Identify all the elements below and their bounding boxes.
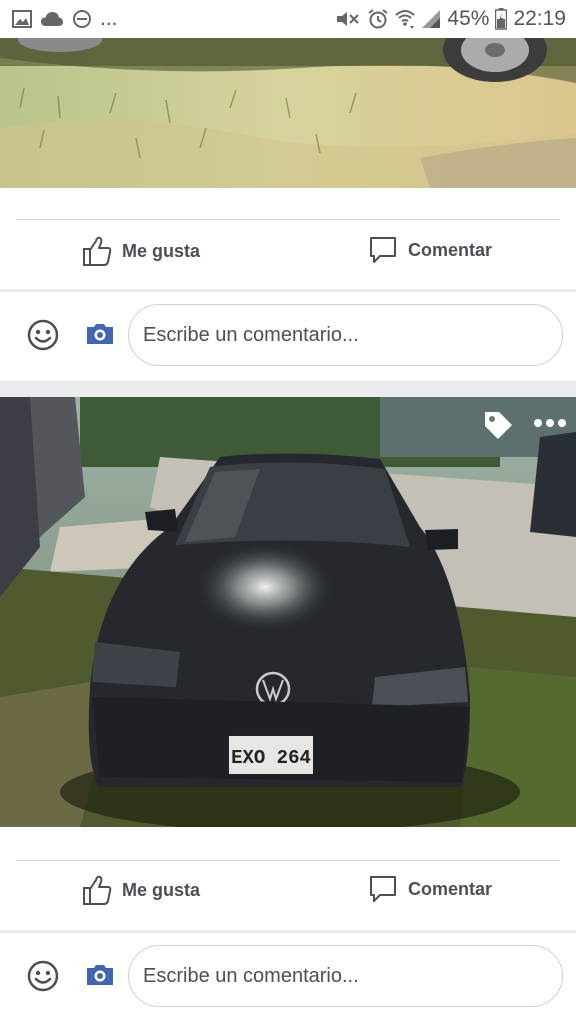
clock-time: 22:19	[513, 7, 566, 30]
post-2-comment-input[interactable]	[128, 945, 563, 1007]
battery-icon	[495, 8, 508, 30]
status-bar: ... 45% 22:19	[0, 0, 576, 38]
wifi-icon	[395, 8, 416, 30]
signal-icon	[421, 9, 441, 29]
emoji-icon[interactable]	[27, 319, 59, 351]
comment-bubble-icon	[368, 874, 398, 904]
emoji-icon[interactable]	[27, 960, 59, 992]
cloud-icon	[40, 11, 64, 27]
post-1-card: Me gusta Comentar	[0, 188, 576, 381]
post-2-photo[interactable]: EXO 264	[0, 397, 576, 827]
post-2-actions: Me gusta Comentar	[0, 861, 576, 931]
post-1-comment-input[interactable]	[128, 304, 563, 366]
camera-icon[interactable]	[85, 963, 115, 987]
post-2-comment-row	[0, 933, 576, 1021]
post-1-like-button[interactable]: Me gusta	[82, 235, 200, 267]
comment-label: Comentar	[408, 239, 493, 260]
black-vw-car-photo: EXO 264	[0, 397, 576, 827]
camera-icon[interactable]	[85, 322, 115, 346]
post-1-comment-button[interactable]: Comentar	[368, 235, 492, 265]
alarm-icon	[367, 8, 389, 30]
car-wheel-on-grass-photo	[0, 38, 576, 188]
tag-icon[interactable]	[482, 409, 514, 441]
post-1-actions: Me gusta Comentar	[0, 220, 576, 290]
status-right: 45% 22:19	[335, 7, 566, 31]
image-icon	[12, 10, 32, 28]
status-left: ...	[12, 7, 118, 31]
post-1-comment-row	[0, 292, 576, 380]
more-options-icon[interactable]	[532, 417, 568, 429]
post-2-comment-button[interactable]: Comentar	[368, 874, 492, 904]
comment-bubble-icon	[368, 235, 398, 265]
comment-label: Comentar	[408, 878, 493, 899]
more-notifications-indicator: ...	[100, 7, 118, 30]
thumbs-up-icon	[82, 874, 112, 906]
post-2-card: Me gusta Comentar	[0, 827, 576, 1024]
post-1-photo[interactable]	[0, 38, 576, 188]
do-not-disturb-icon	[72, 9, 92, 29]
post-2-like-button[interactable]: Me gusta	[82, 874, 200, 906]
like-label: Me gusta	[122, 879, 201, 900]
license-plate-text: EXO 264	[231, 747, 311, 769]
like-label: Me gusta	[122, 240, 201, 261]
thumbs-up-icon	[82, 235, 112, 267]
mute-icon	[335, 9, 361, 29]
battery-percent: 45%	[447, 7, 490, 30]
